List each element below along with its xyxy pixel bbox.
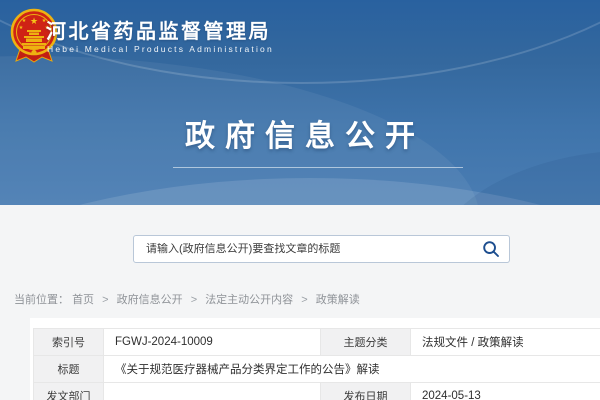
svg-text:★: ★ [30, 16, 38, 26]
breadcrumb-prefix: 当前位置： [14, 294, 69, 306]
search-icon [482, 240, 500, 258]
title-underline [173, 167, 463, 168]
index-number-label: 索引号 [34, 329, 104, 356]
search-button[interactable] [473, 236, 509, 262]
breadcrumb-separator: > [102, 294, 108, 306]
breadcrumb: 当前位置： 首页 > 政府信息公开 > 法定主动公开内容 > 政策解读 [14, 291, 360, 307]
document-info-card: 索引号 FGWJ-2024-10009 主题分类 法规文件 / 政策解读 标题 … [30, 318, 600, 400]
table-row: 发文部门 发布日期 2024-05-13 [34, 383, 600, 400]
index-number-value: FGWJ-2024-10009 [104, 329, 321, 356]
header-banner-background: ★ ★ ★ ★ ★ 河北省药品监督管理局 Hebei Medical Produ… [0, 0, 600, 205]
table-row: 索引号 FGWJ-2024-10009 主题分类 法规文件 / 政策解读 [34, 329, 600, 356]
issuing-department-value [104, 383, 321, 400]
breadcrumb-item-home[interactable]: 首页 [72, 294, 94, 306]
breadcrumb-item-statutory-content[interactable]: 法定主动公开内容 [205, 294, 293, 306]
topic-category-value: 法规文件 / 政策解读 [411, 329, 600, 356]
issuing-department-label: 发文部门 [34, 383, 104, 400]
breadcrumb-separator: > [301, 294, 307, 306]
search-bar [133, 235, 510, 263]
topic-category-label: 主题分类 [321, 329, 411, 356]
search-input[interactable] [134, 243, 473, 255]
publish-date-value: 2024-05-13 [411, 383, 600, 400]
page-title: 政府信息公开 [0, 111, 600, 155]
table-row: 标题 《关于规范医疗器械产品分类界定工作的公告》解读 [34, 356, 600, 383]
breadcrumb-item-policy-interpretation: 政策解读 [316, 294, 360, 306]
title-value: 《关于规范医疗器械产品分类界定工作的公告》解读 [104, 356, 600, 383]
site-title: 河北省药品监督管理局 [46, 15, 271, 44]
site-subtitle-en: Hebei Medical Products Administration [47, 44, 274, 54]
publish-date-label: 发布日期 [321, 383, 411, 400]
title-label: 标题 [34, 356, 104, 383]
document-info-table: 索引号 FGWJ-2024-10009 主题分类 法规文件 / 政策解读 标题 … [33, 328, 600, 400]
svg-text:★: ★ [22, 18, 27, 24]
svg-text:★: ★ [19, 25, 24, 31]
breadcrumb-item-info-disclosure[interactable]: 政府信息公开 [117, 294, 183, 306]
page: ★ ★ ★ ★ ★ 河北省药品监督管理局 Hebei Medical Produ… [0, 0, 600, 400]
breadcrumb-separator: > [191, 294, 197, 306]
